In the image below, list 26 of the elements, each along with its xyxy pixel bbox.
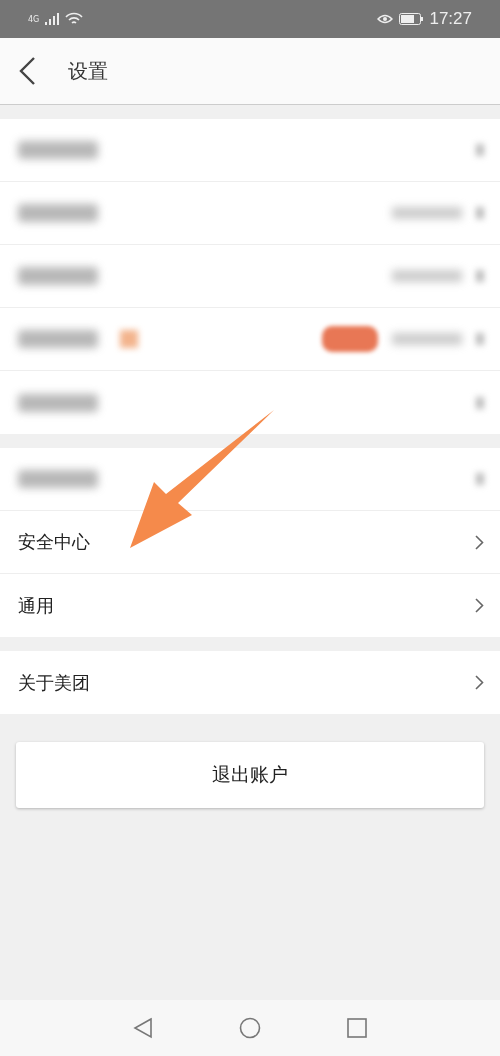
- settings-row[interactable]: 通用: [0, 574, 500, 637]
- blurred-chevron: [476, 473, 484, 485]
- chevron-icon: [475, 675, 484, 690]
- settings-row[interactable]: 关于美团: [0, 651, 500, 714]
- back-icon[interactable]: [18, 56, 36, 86]
- recents-square-icon[interactable]: [347, 1018, 367, 1038]
- row-label: 安全中心: [18, 530, 91, 554]
- home-circle-icon[interactable]: [239, 1017, 261, 1039]
- row-label: 关于美团: [18, 670, 91, 695]
- chevron-icon: [475, 534, 484, 550]
- blurred-chevron: [476, 333, 484, 345]
- clock-time: 17:27: [429, 9, 472, 29]
- back-triangle-icon[interactable]: [133, 1017, 153, 1039]
- logout-button[interactable]: 退出账户: [16, 742, 484, 808]
- blurred-chevron: [476, 207, 484, 219]
- network-label: 4G: [28, 14, 40, 24]
- blurred-chevron: [476, 144, 484, 156]
- wifi-icon: [65, 12, 84, 26]
- eye-icon: [377, 13, 394, 25]
- page-title: 设置: [68, 57, 108, 85]
- chevron-icon: [475, 598, 484, 613]
- battery-icon: [399, 13, 424, 25]
- signal-icon: [45, 13, 60, 25]
- blurred-chevron: [476, 270, 484, 282]
- row-label: 通用: [18, 593, 55, 618]
- blurred-chevron: [476, 396, 484, 409]
